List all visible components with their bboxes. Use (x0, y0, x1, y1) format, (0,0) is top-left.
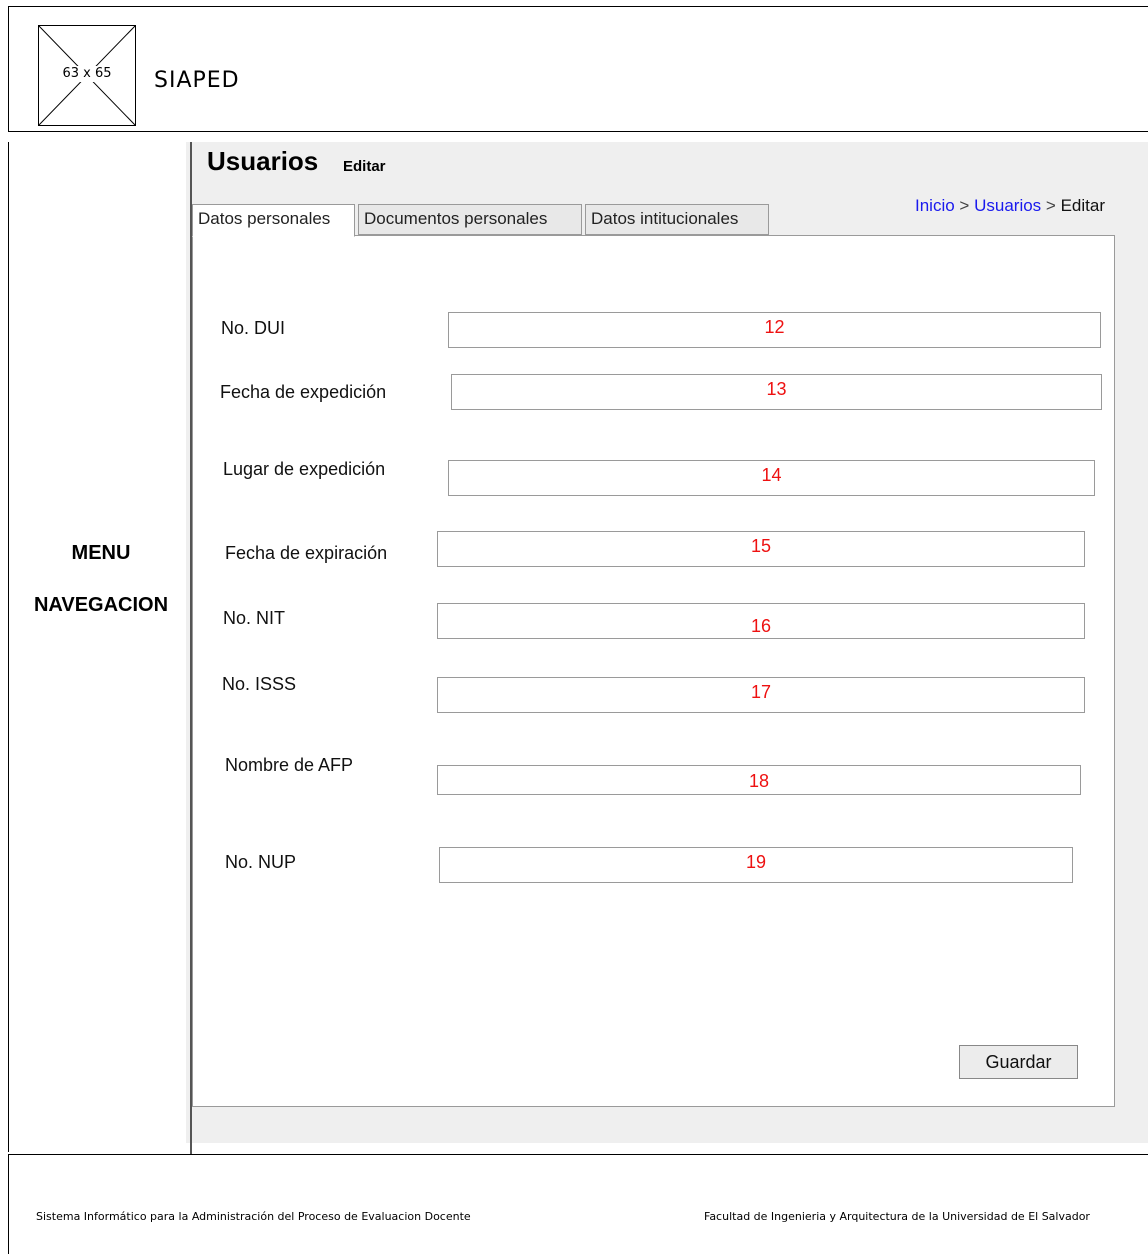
tab-datos-intitucionales[interactable]: Datos intitucionales (585, 204, 769, 235)
logo-size-label: 63 x 65 (52, 66, 122, 82)
footer-institution: Facultad de Ingenieria y Arquitectura de… (704, 1210, 1090, 1223)
field-label-afp: Nombre de AFP (225, 755, 354, 775)
isss-field[interactable]: 17 (437, 677, 1085, 713)
breadcrumb-separator: > (959, 196, 970, 215)
fecha-expedicion-field[interactable]: 13 (451, 374, 1102, 410)
field-label-nit: No. NIT (223, 608, 286, 628)
logo-placeholder: 63 x 65 (38, 25, 136, 126)
field-label-dui: No. DUI (221, 318, 286, 338)
save-button[interactable]: Guardar (959, 1045, 1078, 1079)
field-label-fecha-expiracion: Fecha de expiración (225, 543, 388, 563)
breadcrumb-current: Editar (1060, 196, 1106, 215)
field-label-isss: No. ISSS (222, 674, 297, 694)
field-label-nup: No. NUP (225, 852, 297, 872)
page-subtitle: Editar (343, 158, 386, 175)
breadcrumb-separator: > (1045, 196, 1056, 215)
menu-label: MENU (71, 542, 131, 564)
breadcrumb: Inicio > Usuarios > Editar (915, 196, 1105, 216)
footer (8, 1154, 1148, 1254)
dui-field[interactable]: 12 (448, 312, 1101, 348)
afp-field[interactable]: 18 (437, 765, 1081, 795)
lugar-expedicion-field[interactable]: 14 (448, 460, 1095, 496)
fecha-expiracion-field[interactable]: 15 (437, 531, 1085, 567)
form-panel (192, 235, 1115, 1107)
app-title: SIAPED (154, 68, 240, 93)
nit-field[interactable]: 16 (437, 603, 1085, 639)
field-label-fecha-expedicion: Fecha de expedición (220, 382, 387, 402)
navigation-label: NAVEGACION (33, 594, 169, 616)
navigation-menu[interactable]: MENU NAVEGACION (8, 142, 186, 1152)
breadcrumb-link-inicio[interactable]: Inicio (915, 196, 955, 215)
footer-system-name: Sistema Informático para la Administraci… (36, 1210, 471, 1223)
field-label-lugar-expedicion: Lugar de expedición (223, 459, 386, 479)
nup-field[interactable]: 19 (439, 847, 1073, 883)
page-title: Usuarios (207, 146, 319, 176)
tab-datos-personales[interactable]: Datos personales (192, 204, 355, 237)
tab-documentos-personales[interactable]: Documentos personales (358, 204, 582, 235)
breadcrumb-link-usuarios[interactable]: Usuarios (974, 196, 1041, 215)
